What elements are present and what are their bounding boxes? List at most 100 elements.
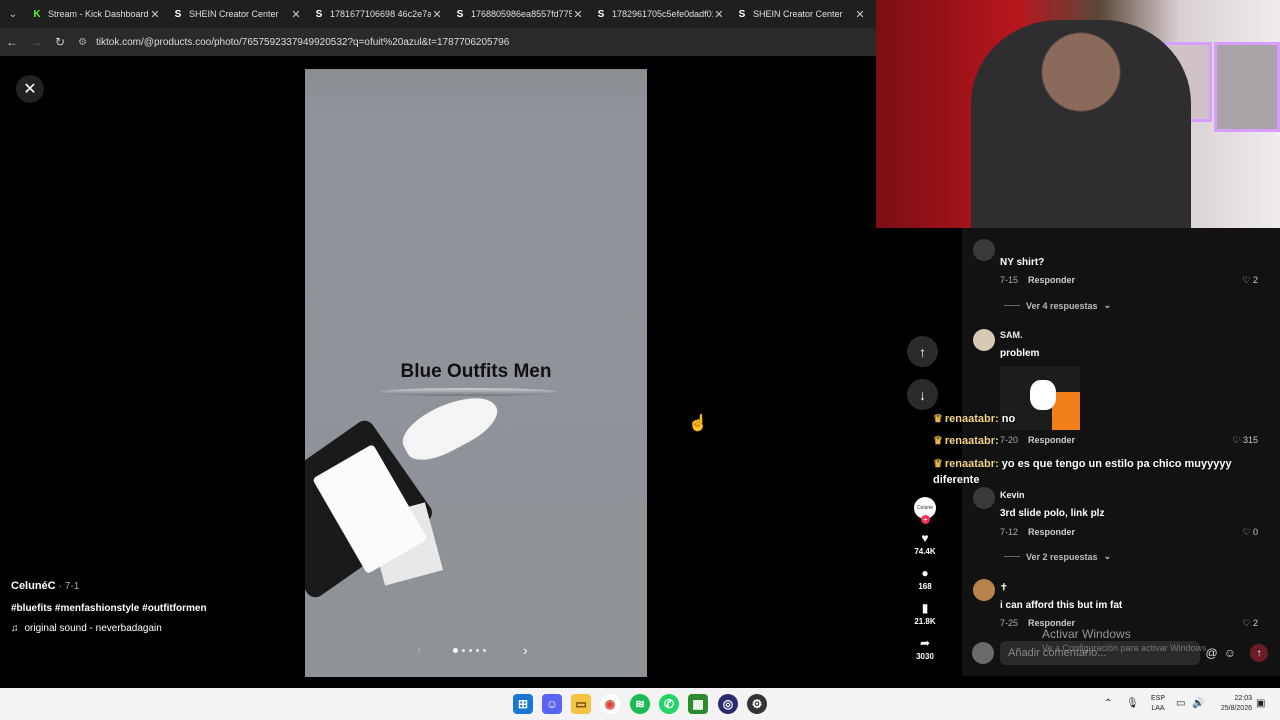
chevron-right-icon[interactable]: › (523, 642, 528, 658)
avatar[interactable] (973, 579, 995, 601)
browser-tab[interactable]: S SHEIN Creator Center ✕ (167, 0, 308, 28)
action-column: Celuné + ♥ 74.4K ● 168 ▮ 21.8K ➦ 3030 (910, 497, 940, 661)
close-icon[interactable]: ✕ (290, 8, 302, 21)
chevron-down-icon: ⌄ (1103, 551, 1112, 561)
creator-avatar[interactable]: Celuné + (914, 497, 936, 524)
reply-button[interactable]: Responder (1028, 275, 1075, 285)
comment-action[interactable]: ● 168 (918, 566, 931, 591)
network-icon[interactable]: ▭ (1176, 698, 1185, 709)
divider-line (1004, 305, 1020, 306)
comment-like[interactable]: ♡ 2 (1242, 618, 1258, 629)
minecraft-icon[interactable]: ▦ (688, 694, 708, 714)
back-icon[interactable]: ← (0, 28, 24, 56)
forward-icon[interactable]: → (24, 28, 48, 56)
browser-tab-bar: ⌄ K Stream - Kick Dashboard ✕ S SHEIN Cr… (0, 0, 876, 28)
view-replies-label: Ver 4 respuestas (1026, 300, 1098, 311)
post-hashtags[interactable]: #bluefits #menfashionstyle #outfitformen (11, 603, 207, 614)
comment-username[interactable]: SAM. (1000, 330, 1023, 340)
emoji-icon[interactable]: ☺ (1224, 646, 1236, 660)
browser-tab[interactable]: S 1781677106698 46c2e7af2... ✕ (308, 0, 449, 28)
tab-label: SHEIN Creator Center (189, 9, 279, 19)
site-info-icon[interactable]: ⚙ (78, 37, 92, 48)
share-arrow-icon[interactable]: ➦ (920, 636, 930, 650)
send-button[interactable]: ↑ (1250, 644, 1268, 662)
comment-like[interactable]: ♡ 2 (1242, 275, 1258, 286)
chevron-up-icon[interactable]: ⌃ (1104, 698, 1112, 709)
shein-icon: S (315, 8, 323, 20)
slide-dot[interactable] (462, 649, 465, 652)
close-icon[interactable]: ✕ (713, 8, 725, 21)
like-action[interactable]: ♥ 74.4K (914, 531, 935, 556)
hand-cursor-icon: ☝ (688, 415, 708, 432)
photo-viewer[interactable]: Blue Outfits Men ‹ › (305, 69, 647, 677)
avatar[interactable] (973, 329, 995, 351)
comment-username[interactable]: ✝ (1000, 582, 1008, 593)
previous-post-button[interactable]: ↑ (907, 336, 938, 367)
webcam-overlay (876, 0, 1280, 228)
slide-dot[interactable] (483, 649, 486, 652)
language-indicator[interactable]: ESP LAA (1148, 694, 1168, 714)
post-author[interactable]: CelunéC · 7-1 (11, 580, 79, 592)
close-icon[interactable]: ✕ (149, 8, 161, 21)
slide-dot[interactable] (453, 648, 458, 653)
browser-tab[interactable]: S 1768805986ea8557fd775f... ✕ (449, 0, 590, 28)
comment-text: 3rd slide polo, link plz (1000, 508, 1105, 519)
comment-like[interactable]: ♡ 0 (1242, 527, 1258, 538)
crown-icon: ♛ (933, 458, 943, 470)
reply-button[interactable]: Responder (1028, 435, 1075, 445)
divider-line (1004, 556, 1020, 557)
author-name[interactable]: CelunéC (11, 580, 56, 592)
comment-text: i can afford this but im fat (1000, 600, 1123, 611)
chevron-left-icon[interactable]: ‹ (417, 643, 421, 657)
share-action[interactable]: ➦ 3030 (916, 636, 934, 661)
comment-like-count: 2 (1252, 275, 1258, 285)
view-replies-button[interactable]: Ver 4 respuestas ⌄ (1004, 300, 1111, 311)
follow-plus-icon[interactable]: + (921, 515, 930, 524)
browser-tab[interactable]: S SHEIN Creator Center ✕ (731, 0, 872, 28)
browser-tab[interactable]: K Stream - Kick Dashboard ✕ (26, 0, 167, 28)
close-icon[interactable]: ✕ (572, 8, 584, 21)
close-icon[interactable]: ✕ (854, 8, 866, 21)
bookmark-icon[interactable]: ▮ (922, 601, 929, 615)
slide-dot[interactable] (469, 649, 472, 652)
whatsapp-icon[interactable]: ✆ (659, 694, 679, 714)
address-bar-row: ← → ↻ ⚙ tiktok.com/@products.coo/photo/7… (0, 28, 876, 56)
browser-tab[interactable]: S 1782961705c5efe0dadf01... ✕ (590, 0, 731, 28)
obs-icon[interactable]: ◎ (718, 694, 738, 714)
slide-dot[interactable] (476, 649, 479, 652)
tab-label: SHEIN Creator Center (753, 9, 843, 19)
post-sound[interactable]: ♫ original sound - neverbadagain (11, 623, 162, 634)
shein-icon: S (174, 8, 182, 20)
comment-username[interactable]: Kevin (1000, 490, 1025, 500)
comment-like[interactable]: ♡ 315 (1232, 435, 1258, 446)
heart-icon[interactable]: ♥ (921, 531, 928, 545)
comment-icon[interactable]: ● (921, 566, 928, 580)
spotify-icon[interactable]: ≋ (630, 694, 650, 714)
comment-date: 7-20 (1000, 435, 1019, 445)
avatar[interactable] (973, 239, 995, 261)
comment-like-count: 315 (1242, 435, 1258, 445)
url-field[interactable]: ⚙ tiktok.com/@products.coo/photo/7657592… (78, 32, 870, 52)
system-clock[interactable]: 22:03 25/8/2026 (1212, 694, 1252, 714)
reply-button[interactable]: Responder (1028, 527, 1075, 537)
close-icon[interactable]: ✕ (431, 8, 443, 21)
chrome-icon[interactable]: ◉ (600, 694, 620, 714)
view-replies-button[interactable]: Ver 2 respuestas ⌄ (1004, 551, 1111, 562)
close-viewer-button[interactable]: ✕ (16, 75, 44, 103)
microphone-icon[interactable]: 🎙 (1126, 698, 1139, 709)
comment-like-count: 2 (1252, 618, 1258, 628)
save-action[interactable]: ▮ 21.8K (914, 601, 935, 626)
tab-search-button[interactable]: ⌄ (0, 0, 26, 28)
avatar-text: Celuné (917, 505, 933, 511)
like-count: 74.4K (914, 547, 936, 556)
next-post-button[interactable]: ↓ (907, 379, 938, 410)
volume-icon[interactable]: 🔊 (1192, 698, 1204, 709)
notification-icon[interactable]: ▣ (1256, 698, 1265, 709)
file-explorer-icon[interactable]: ▭ (571, 694, 591, 714)
app-icon[interactable]: ⚙ (747, 694, 767, 714)
discord-icon[interactable]: ☺ (542, 694, 562, 714)
windows-start-icon[interactable]: ⊞ (513, 694, 533, 714)
reload-icon[interactable]: ↻ (48, 28, 72, 56)
avatar[interactable] (973, 487, 995, 509)
tab-label: 1782961705c5efe0dadf01... (612, 9, 713, 19)
